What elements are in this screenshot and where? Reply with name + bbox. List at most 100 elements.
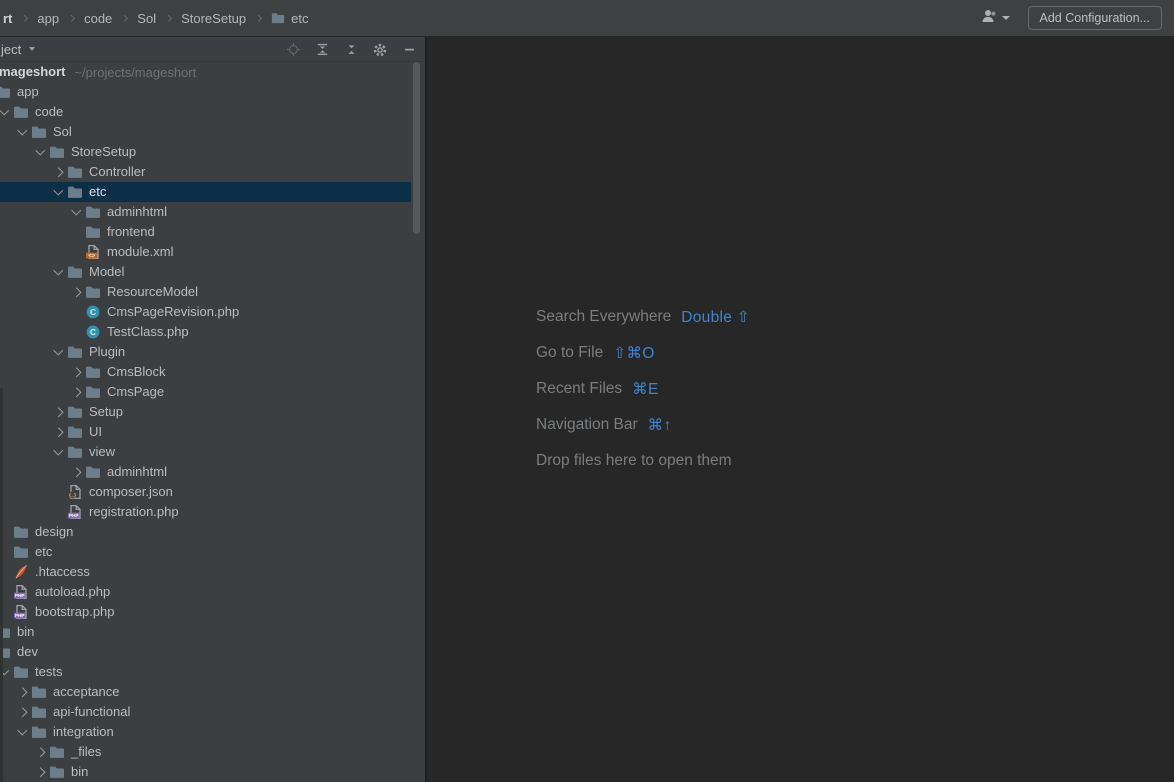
tree-item[interactable]: CmsBlock [0, 362, 411, 382]
shortcut-hint-line: Go to File ⇧⌘O [536, 335, 750, 371]
tree-item-label: mageshort [0, 64, 66, 79]
php-file-icon: PHP [67, 504, 83, 520]
tree-item[interactable]: adminhtml [0, 462, 411, 482]
tree-item[interactable]: Model [0, 262, 411, 282]
tree-item[interactable]: UI [0, 422, 411, 442]
folder-icon [85, 224, 101, 240]
chevron-right-icon[interactable] [17, 687, 28, 697]
chevron-right-icon[interactable] [53, 427, 64, 437]
tree-item[interactable]: ResourceModel [0, 282, 411, 302]
tree-item[interactable]: design [0, 522, 411, 542]
tree-item[interactable]: StoreSetup [0, 142, 411, 162]
breadcrumb-item[interactable]: app [37, 11, 59, 26]
chevron-right-icon[interactable] [17, 707, 28, 717]
chevron-down-icon[interactable] [53, 185, 64, 196]
tree-scrollbar-thumb[interactable] [413, 62, 420, 234]
tree-item[interactable]: code [0, 102, 411, 122]
tree-item[interactable]: <> module.xml [0, 242, 411, 262]
breadcrumb-item[interactable]: etc [271, 11, 308, 26]
chevron-down-icon[interactable] [17, 125, 28, 136]
tree-item[interactable]: mageshort ~/projects/mageshort [0, 62, 411, 82]
folder-icon [85, 284, 101, 300]
chevron-right-icon[interactable] [71, 387, 82, 397]
chevron-right-icon[interactable] [35, 747, 46, 757]
tree-item[interactable]: view [0, 442, 411, 462]
expand-all-icon[interactable] [314, 42, 330, 58]
php-file-icon: PHP [13, 604, 29, 620]
tree-item[interactable]: C TestClass.php [0, 322, 411, 342]
tree-item-label: adminhtml [107, 464, 167, 479]
tree-item[interactable]: bin [0, 622, 411, 642]
tree-item[interactable]: _files [0, 742, 411, 762]
locate-file-icon[interactable] [285, 42, 301, 58]
tree-item-label: dev [17, 644, 38, 659]
breadcrumb: rt app code Sol StoreSetup etc [0, 11, 308, 26]
add-configuration-button[interactable]: Add Configuration... [1027, 6, 1162, 30]
tree-item[interactable]: PHP autoload.php [0, 582, 411, 602]
user-menu[interactable] [980, 8, 1010, 29]
panel-editor-divider[interactable] [425, 37, 427, 782]
tree-item-label: adminhtml [107, 204, 167, 219]
tree-item[interactable]: {..} composer.json [0, 482, 411, 502]
tree-item[interactable]: Plugin [0, 342, 411, 362]
folder-icon [49, 764, 65, 780]
tree-item[interactable]: .htaccess [0, 562, 411, 582]
tree-item[interactable]: PHP bootstrap.php [0, 602, 411, 622]
tree-item-label: design [35, 524, 74, 539]
chevron-right-icon[interactable] [53, 407, 64, 417]
settings-gear-icon[interactable] [372, 42, 388, 58]
tree-item[interactable]: bin [0, 762, 411, 782]
tool-window-edge-stripe [0, 388, 3, 782]
breadcrumb-label: Sol [137, 10, 157, 26]
tree-item-label: CmsPageRevision.php [107, 304, 240, 319]
tree-item-label: composer.json [89, 484, 173, 499]
chevron-down-icon [29, 47, 36, 51]
chevron-right-icon[interactable] [71, 467, 82, 477]
tree-item[interactable]: Sol [0, 122, 411, 142]
folder-icon [31, 724, 47, 740]
chevron-down-icon[interactable] [53, 265, 64, 276]
tree-item[interactable]: app [0, 82, 411, 102]
chevron-right-icon[interactable] [35, 767, 46, 777]
tree-item[interactable]: Controller [0, 162, 411, 182]
tree-item-label: Controller [89, 164, 146, 179]
hide-panel-icon[interactable] [401, 42, 417, 58]
chevron-down-icon[interactable] [0, 105, 10, 116]
tree-item-label: UI [89, 424, 102, 439]
tree-item[interactable]: dev [0, 642, 411, 662]
tree-item[interactable]: frontend [0, 222, 411, 242]
project-view-selector[interactable]: ject [0, 42, 36, 57]
tree-item[interactable]: adminhtml [0, 202, 411, 222]
shortcut-hint-line: Search Everywhere Double ⇧ [536, 299, 750, 335]
chevron-right-icon[interactable] [53, 167, 64, 177]
tree-item[interactable]: etc [0, 182, 411, 202]
chevron-down-icon[interactable] [53, 345, 64, 356]
chevron-right-icon[interactable] [71, 367, 82, 377]
chevron-down-icon[interactable] [35, 145, 46, 156]
tree-item[interactable]: acceptance [0, 682, 411, 702]
tree-item-label: bin [71, 764, 89, 779]
collapse-all-icon[interactable] [343, 42, 359, 58]
breadcrumb-item[interactable]: StoreSetup [181, 11, 246, 26]
tree-item[interactable]: etc [0, 542, 411, 562]
chevron-down-icon[interactable] [53, 445, 64, 456]
breadcrumb-separator-chevron-icon [165, 14, 173, 22]
shortcut-action-label: Go to File [536, 344, 604, 361]
tree-item-label: integration [53, 724, 114, 739]
chevron-right-icon[interactable] [71, 287, 82, 297]
tree-item[interactable]: Setup [0, 402, 411, 422]
tree-item-label: api-functional [53, 704, 131, 719]
tree-item[interactable]: integration [0, 722, 411, 742]
tree-item[interactable]: CmsPage [0, 382, 411, 402]
tree-item-label: autoload.php [35, 584, 111, 599]
breadcrumb-item[interactable]: code [84, 11, 112, 26]
chevron-down-icon[interactable] [71, 205, 82, 216]
tree-item[interactable]: tests [0, 662, 411, 682]
tree-item[interactable]: api-functional [0, 702, 411, 722]
tree-item[interactable]: PHP registration.php [0, 502, 411, 522]
breadcrumb-item[interactable]: rt [3, 11, 12, 26]
chevron-down-icon[interactable] [17, 725, 28, 736]
tree-item-label: view [89, 444, 116, 459]
breadcrumb-item[interactable]: Sol [137, 11, 156, 26]
tree-item[interactable]: C CmsPageRevision.php [0, 302, 411, 322]
